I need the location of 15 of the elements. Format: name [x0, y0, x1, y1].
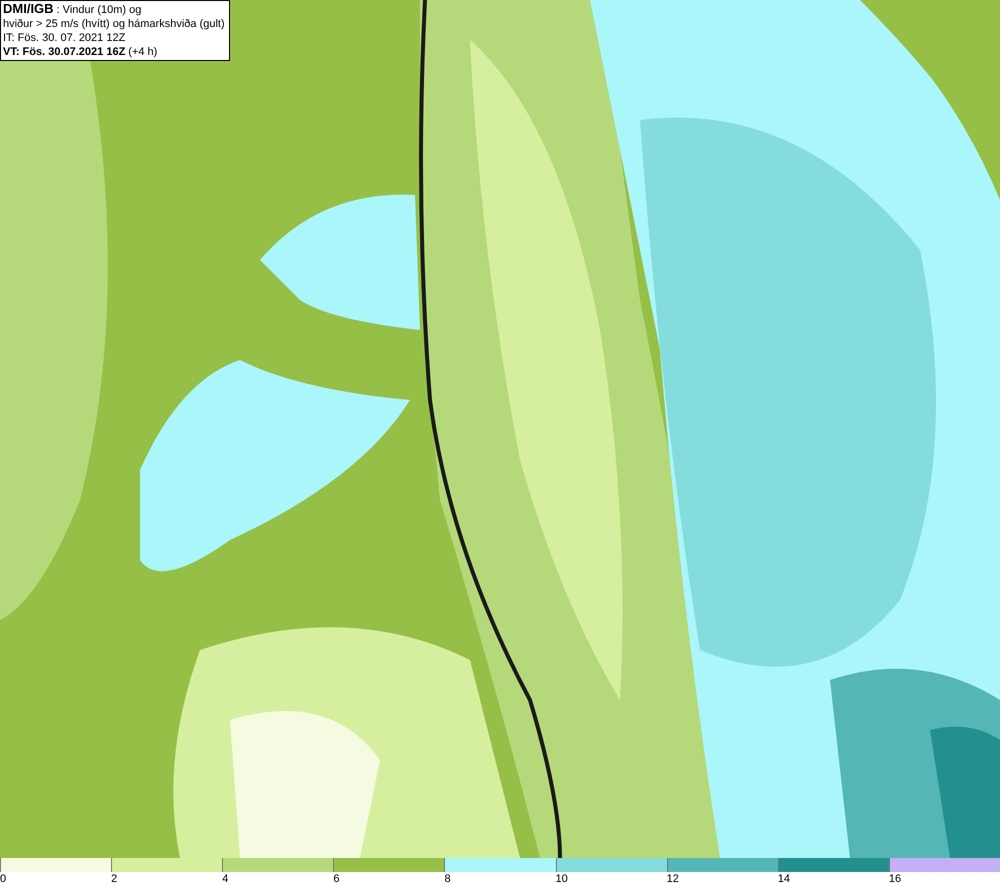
title-text: : Vindur (10m) og: [56, 3, 142, 17]
legend-label: 12: [666, 872, 679, 887]
source-label: DMI/IGB: [3, 2, 54, 16]
lead-time: (+4 h): [128, 45, 158, 59]
issue-time: IT: Fös. 30. 07. 2021 12Z: [3, 31, 126, 45]
legend-label: 14: [778, 872, 790, 887]
legend-label: 10: [556, 872, 568, 887]
legend-label: 16: [888, 872, 902, 887]
legend-label: 6: [333, 872, 340, 887]
subtitle-text: hviður > 25 m/s (hvítt) og hámarkshviða (gult): [3, 17, 226, 31]
valid-time: VT: Fös. 30.07.2021 16Z: [3, 45, 126, 59]
legend-label: 2: [111, 872, 118, 887]
legend-label: 8: [444, 872, 451, 887]
legend-label: 4: [222, 872, 228, 887]
legend-label: 0: [0, 872, 6, 887]
